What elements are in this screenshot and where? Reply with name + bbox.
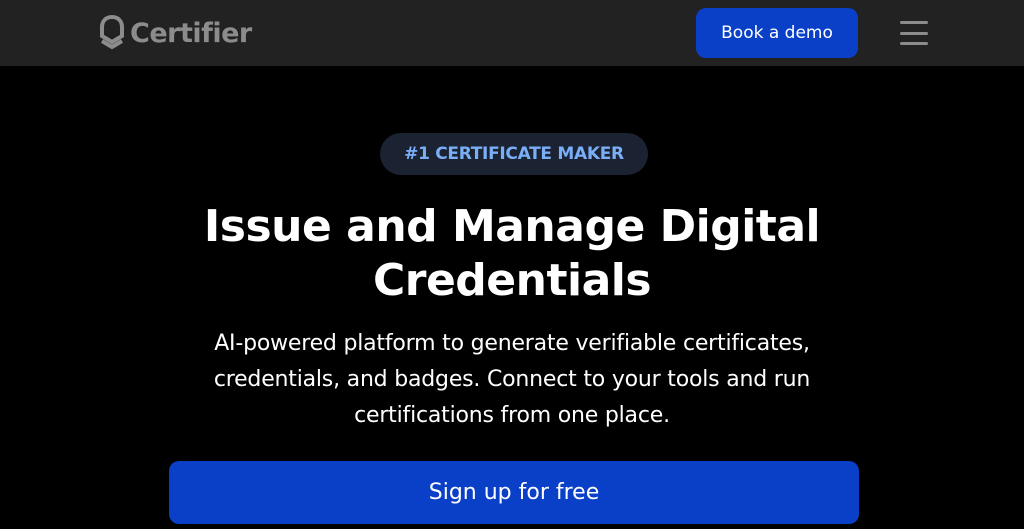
hero-subtitle-line1: AI-powered platform to generate verifiab… bbox=[214, 331, 810, 356]
hero-badge: #1 CERTIFICATE MAKER bbox=[380, 133, 648, 175]
hero-title-line1: Issue and Manage Digital bbox=[203, 201, 821, 252]
hero-title: Issue and Manage Digital Credentials bbox=[112, 200, 912, 308]
hero-subtitle-line3: certifications from one place. bbox=[354, 403, 670, 428]
hero-title-line2: Credentials bbox=[372, 255, 652, 306]
menu-line bbox=[900, 31, 928, 35]
menu-line bbox=[900, 21, 928, 24]
hero-subtitle-line2: credentials, and badges. Connect to your… bbox=[213, 367, 811, 392]
menu-line bbox=[900, 42, 928, 45]
sign-up-button[interactable]: Sign up for free bbox=[169, 461, 859, 524]
certifier-logo-link[interactable]: Certifier bbox=[98, 13, 252, 53]
book-demo-button[interactable]: Book a demo bbox=[696, 8, 858, 58]
logo-text: Certifier bbox=[130, 17, 252, 49]
top-navbar: Certifier Book a demo bbox=[0, 0, 1024, 66]
hero-subtitle: AI-powered platform to generate verifiab… bbox=[162, 326, 862, 434]
certifier-shield-icon bbox=[100, 14, 124, 49]
hamburger-menu-icon[interactable] bbox=[898, 19, 930, 47]
